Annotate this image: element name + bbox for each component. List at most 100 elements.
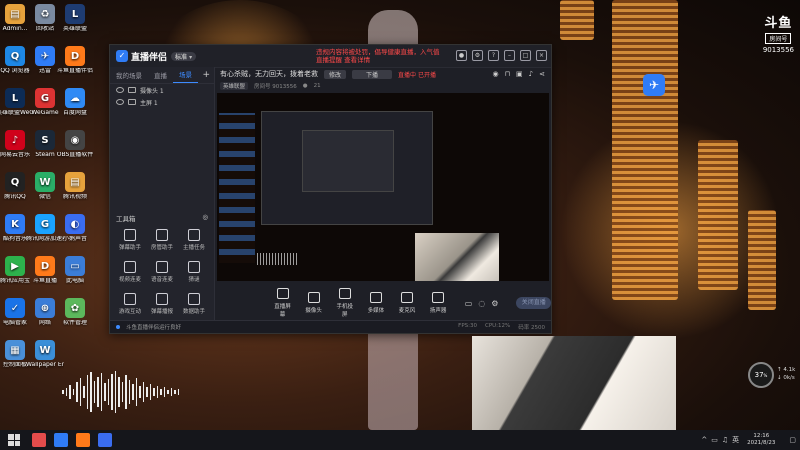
desktop-icon-douyu-assistant[interactable]: D 斗鱼直播伴侣	[56, 46, 94, 75]
start-button[interactable]	[8, 434, 20, 446]
scene-row-screen[interactable]: 主屏 1	[110, 96, 214, 108]
app-store-icon: ▶	[5, 256, 25, 276]
music-icon: ♪	[5, 130, 25, 150]
version-dropdown[interactable]: 标准 ▾	[171, 51, 197, 61]
control-panel-icon: ▦	[5, 340, 25, 360]
pause-icon[interactable]: ◌	[478, 299, 485, 308]
taskbar-clock[interactable]: 12:16 2021/8/23	[747, 433, 775, 447]
tool-voice-link[interactable]: 语音连麦	[146, 261, 178, 283]
bell-icon[interactable]: ♪	[529, 70, 533, 78]
network-speed-widget[interactable]: 37% ↑ 4.1k ↓ 0k/s	[748, 362, 795, 388]
desktop-icon-small-goose[interactable]: ◐ 小鹅声音	[56, 214, 94, 243]
desktop-icon-lol[interactable]: L 英雄联盟	[56, 4, 94, 33]
desktop-icon-software-manager[interactable]: ✿ 软件管理	[56, 298, 94, 327]
taskbar-assistant-icon[interactable]	[98, 433, 112, 447]
toolbox-settings-icon[interactable]: ◎	[202, 213, 208, 223]
bottom-phone-button[interactable]: 手机投屏	[334, 288, 355, 318]
tool-danmu-broadcast[interactable]: 弹幕播报	[146, 293, 178, 315]
desktop-icon-label: 软件管理	[62, 320, 87, 326]
tool-icon	[156, 229, 168, 241]
go-live-button[interactable]: 关闭直播	[516, 297, 552, 309]
notice-banner[interactable]: 违规内容将被处罚，倡导健康直播，入气值 直播提醒 查看详情	[316, 48, 440, 65]
waveform-bar	[142, 382, 144, 402]
desktop-icon-obs[interactable]: ◉ OBS直播软件	[56, 130, 94, 159]
feedback-icon[interactable]: ?	[488, 50, 499, 61]
app-logo-icon: ✓	[116, 50, 128, 62]
waveform-bar	[121, 382, 123, 402]
category-badge[interactable]: 英雄联盟	[220, 82, 249, 90]
waveform-bar	[153, 388, 155, 396]
desktop-icon-wallpaper-engine[interactable]: W Wallpaper Engine	[26, 340, 64, 369]
lock-icon[interactable]: ⊓	[505, 70, 510, 78]
source-label: 多媒体	[367, 308, 385, 314]
bottom-mic-button[interactable]: 麦克风	[397, 292, 418, 314]
tab-live[interactable]: 直播	[148, 70, 173, 80]
notification-icon[interactable]: ▢	[789, 436, 796, 444]
scene-panel: 我的场景 直播 场景 + 摄像头 1 主屏 1 工具箱 ◎ 弹幕助手 房管助手 主播…	[110, 67, 215, 321]
recycle-bin-icon: ♻	[35, 4, 55, 24]
tray-volume-icon[interactable]: ♫	[722, 436, 728, 444]
tool-tasks[interactable]: 主播任务	[178, 229, 210, 251]
taskbar-xunlei-icon[interactable]	[54, 433, 68, 447]
minimize-icon[interactable]: –	[504, 50, 515, 61]
waveform-bar	[86, 375, 88, 409]
scene-row-camera[interactable]: 摄像头 1	[110, 84, 214, 96]
tray-ime-label[interactable]: 英	[732, 435, 739, 445]
tab-my-scenes[interactable]: 我的场景	[110, 70, 148, 80]
source-label: 麦克风	[398, 308, 416, 314]
taskbar-douyu-icon[interactable]	[76, 433, 90, 447]
add-scene-button[interactable]: +	[202, 70, 210, 80]
browser-icon: Q	[5, 46, 25, 66]
desktop-icon-tencent-video[interactable]: ▤ 腾讯视频	[56, 172, 94, 201]
taskbar-browser-icon[interactable]	[32, 433, 46, 447]
tool-room-admin[interactable]: 房管助手	[146, 229, 178, 251]
record-icon[interactable]: ◉	[492, 70, 498, 78]
desktop-icon-this-pc[interactable]: ▭ 此电脑	[56, 256, 94, 285]
titlebar-icons: ● ⚙ ? – □ ×	[456, 50, 547, 61]
preview-canvas[interactable]	[217, 93, 549, 281]
settings-icon[interactable]: ⚙	[491, 299, 498, 308]
obs-icon: ◉	[65, 130, 85, 150]
wechat-icon: W	[35, 172, 55, 192]
tool-label: 主播任务	[182, 245, 205, 251]
settings-icon[interactable]: ⚙	[472, 50, 483, 61]
tool-game-interact[interactable]: 游戏互动	[114, 293, 146, 315]
floating-bird-icon[interactable]: ✈	[643, 74, 665, 96]
bottom-media-button[interactable]: 多媒体	[365, 292, 386, 314]
tool-video-link[interactable]: 视频连麦	[114, 261, 146, 283]
app-title: 直播伴侣	[131, 52, 168, 63]
speed-rates: ↑ 4.1k ↓ 0k/s	[777, 367, 795, 382]
waveform-bar	[156, 386, 158, 398]
avatar-icon[interactable]: ●	[456, 50, 467, 61]
clock-date: 2021/8/23	[747, 440, 776, 446]
desktop-icon-baidu-pan[interactable]: ☁ 百度网盘	[56, 88, 94, 117]
nested-window-preview	[261, 111, 433, 225]
tray-chevron-icon[interactable]: ^	[701, 436, 707, 444]
tray-network-icon[interactable]: ▭	[711, 436, 718, 444]
tool-data-assistant[interactable]: 数据助手	[178, 293, 210, 315]
eye-icon[interactable]	[116, 87, 124, 93]
end-stream-button[interactable]: 下播	[352, 69, 393, 79]
bottom-screen-button[interactable]: 直播屏幕	[272, 288, 293, 318]
tool-label: 语音连麦	[150, 277, 173, 283]
download-rate: ↓ 0k/s	[777, 375, 795, 381]
waveform-bar	[76, 382, 78, 402]
status-stats: FPS:30 CPU:12% 码率 2500	[458, 323, 545, 331]
bottom-camera-button[interactable]: 摄像头	[303, 292, 324, 314]
gift-icon[interactable]: ▣	[516, 70, 523, 78]
edit-title-button[interactable]: 修改	[324, 69, 347, 79]
extra-controls: ▭ ◌ ⚙	[465, 299, 499, 308]
stream-title: 有心杀贼，无力回天，拨着老救	[220, 70, 318, 78]
source-label: 摄像头	[305, 308, 322, 314]
bottom-speaker-button[interactable]: 扬声器	[428, 292, 449, 314]
lock-icon[interactable]	[128, 87, 136, 93]
eye-icon[interactable]	[116, 99, 124, 105]
maximize-icon[interactable]: □	[520, 50, 531, 61]
lock-icon[interactable]	[128, 99, 136, 105]
record-icon[interactable]: ▭	[465, 299, 473, 308]
tool-guess[interactable]: 猜谜	[178, 261, 210, 283]
tab-scenes[interactable]: 场景	[173, 68, 198, 83]
tool-danmu[interactable]: 弹幕助手	[114, 229, 146, 251]
share-icon[interactable]: ⋖	[539, 70, 545, 78]
close-icon[interactable]: ×	[536, 50, 547, 61]
